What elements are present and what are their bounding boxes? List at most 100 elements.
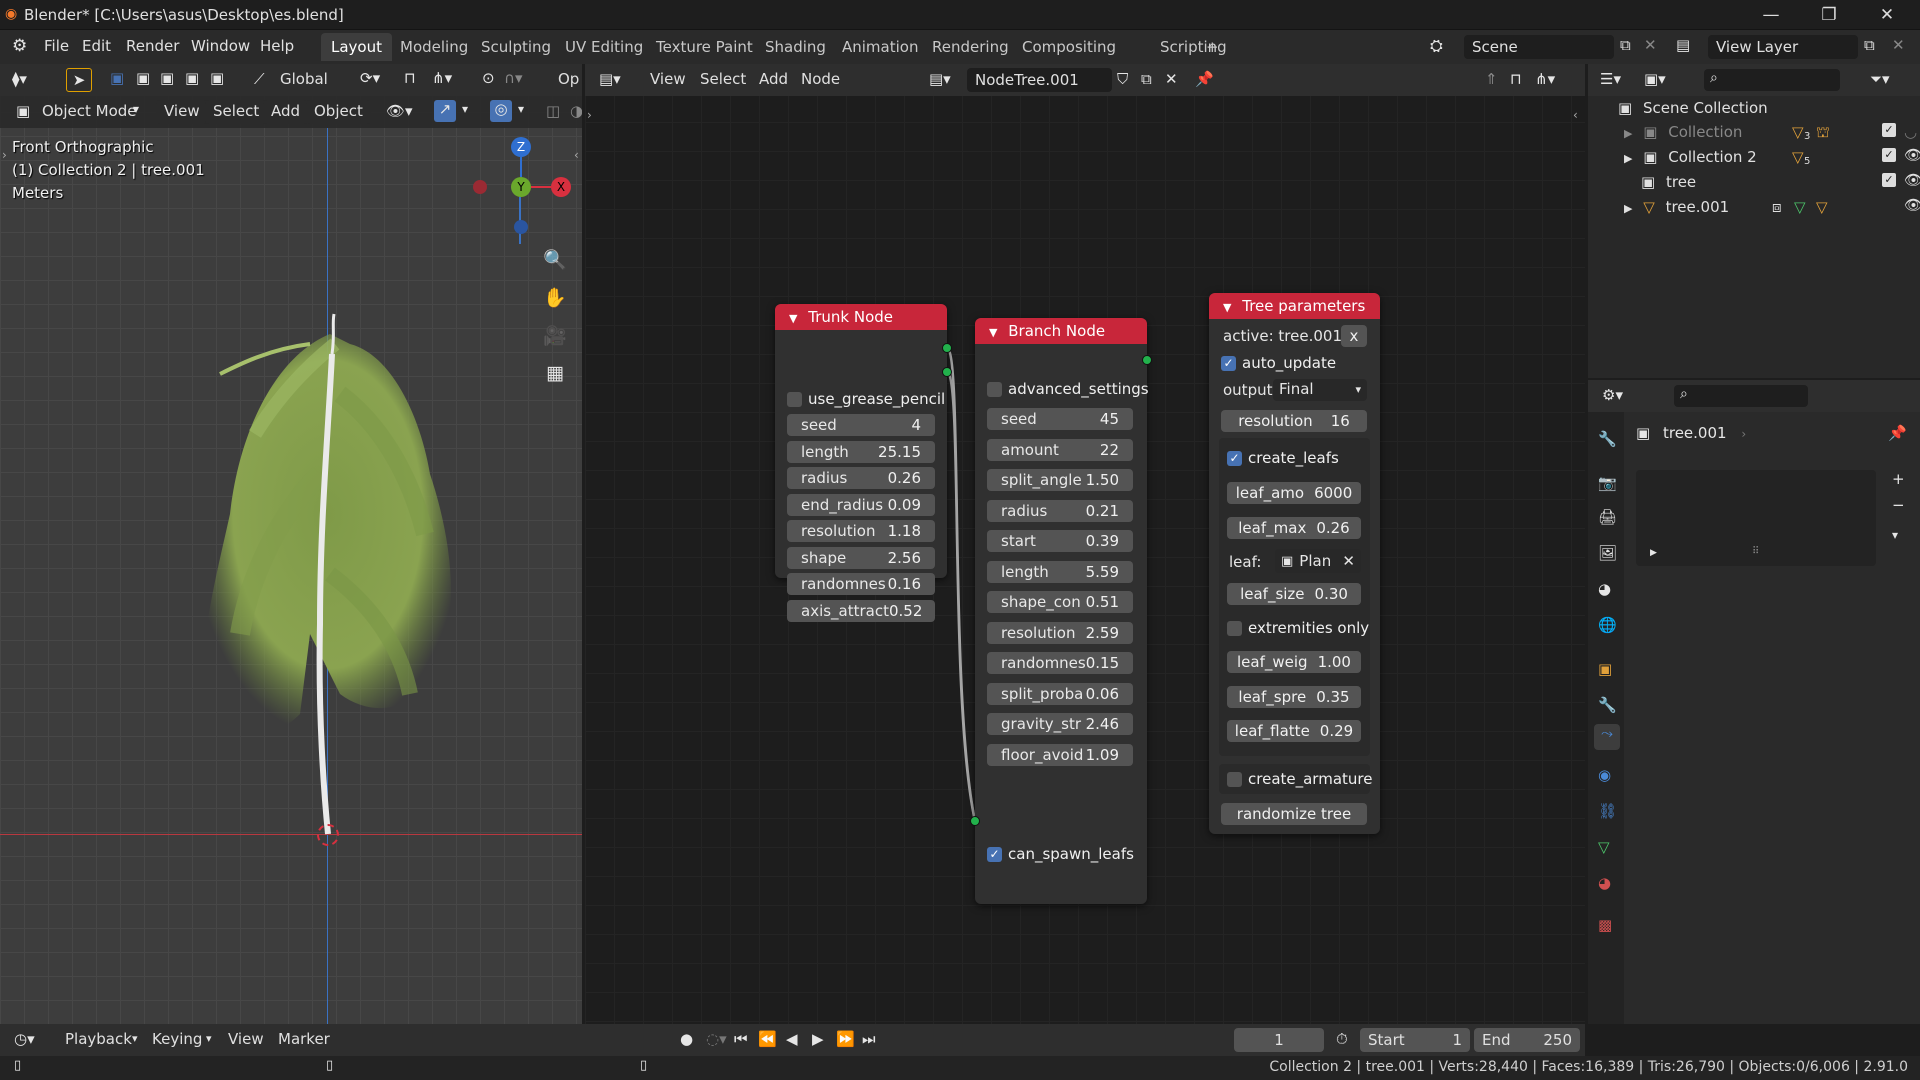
leaf-object-field[interactable]: ▣ Plan ✕ (1275, 549, 1361, 573)
tab-shading[interactable]: Shading (755, 33, 836, 61)
timeline-menu-playback[interactable]: Playback (65, 1030, 132, 1048)
trunk-prop-shape[interactable]: shape 2.56 (787, 546, 935, 569)
zoom-icon[interactable]: 🔍 (540, 244, 570, 274)
world-tab-icon[interactable]: 🌐 (1598, 616, 1617, 634)
branch-prop-amount[interactable]: amount 22 (987, 438, 1133, 461)
gizmo-neg-z-ball[interactable] (514, 220, 528, 234)
checkbox-box[interactable] (787, 391, 802, 407)
jump-start-icon[interactable]: ⏮ (734, 1030, 748, 1048)
modifier-tab-icon[interactable]: 🔧 (1598, 696, 1617, 714)
trunk-prop-randomnes[interactable]: randomnes 0.16 (787, 573, 935, 595)
play-icon[interactable]: ▶ (812, 1030, 824, 1048)
proportional-edit-icon[interactable]: ⊙ (482, 69, 495, 87)
extremities-only-checkbox[interactable]: extremities only (1227, 617, 1369, 639)
xray-icon[interactable]: ◫ (546, 102, 560, 120)
branch-node-header[interactable]: ▼ Branch Node (975, 318, 1147, 344)
tab-layout[interactable]: Layout (321, 33, 392, 61)
prev-keyframe-icon[interactable]: ⏪ (758, 1030, 777, 1048)
tab-rendering[interactable]: Rendering (922, 33, 1019, 61)
use-grease-pencil-checkbox[interactable]: use_grease_pencil (787, 388, 945, 410)
toolbar-toggle-icon[interactable]: › (2, 148, 7, 162)
outliner-search-input[interactable]: ⌕ (1704, 69, 1840, 91)
end-frame-field[interactable]: End 250 (1474, 1028, 1580, 1052)
tree-prop-leaf-amo[interactable]: leaf_amo 6000 (1227, 482, 1361, 504)
properties-search-input[interactable]: ⌕ (1674, 385, 1808, 407)
record-icon[interactable]: ● (680, 1030, 693, 1048)
tree-prop-leaf-max[interactable]: leaf_max 0.26 (1227, 517, 1361, 539)
pivot-icon[interactable]: ⟳▾ (360, 69, 380, 87)
menu-help[interactable]: Help (260, 37, 294, 55)
tab-modeling[interactable]: Modeling (390, 33, 478, 61)
hidden-eye-icon[interactable]: ◡ (1904, 123, 1917, 141)
expand-icon[interactable]: ▶ (1650, 548, 1657, 558)
branch-prop-shape-con[interactable]: shape_con 0.51 (987, 591, 1133, 613)
advanced-settings-checkbox[interactable]: advanced_settings (987, 378, 1149, 400)
clear-active-button[interactable]: x (1341, 325, 1367, 347)
slot-menu-icon[interactable]: ▾ (1892, 528, 1898, 542)
tree-prop-resolution[interactable]: resolution 16 (1221, 410, 1367, 432)
new-view-layer-icon[interactable]: ⧉ (1864, 36, 1875, 54)
branch-node[interactable]: ▼ Branch Node advanced_settings seed 45 a… (975, 318, 1149, 904)
keying-set-icon[interactable]: ◌▾ (706, 1030, 727, 1048)
gizmo-toggle-icon[interactable]: ↗ (434, 100, 456, 122)
snap-target-icon[interactable]: ⋔▾ (432, 69, 452, 87)
node-editor[interactable]: ▤▾ View Select Add Node ▤▾ NodeTree.001 … (585, 64, 1585, 1024)
transform-orientation-icon[interactable]: ⟋ (254, 70, 265, 88)
branch-prop-split-angle[interactable]: split_angle 1.50 (987, 469, 1133, 491)
outliner-editor-type-icon[interactable]: ☰▾ (1600, 70, 1621, 88)
select-mode-subtract-icon[interactable]: ▣ (160, 69, 174, 87)
trunk-prop-length[interactable]: length 25.15 (787, 440, 935, 463)
tree-object[interactable] (160, 274, 480, 854)
grid-view-icon[interactable]: ▦ (540, 358, 570, 388)
checkbox-box[interactable] (1227, 620, 1242, 636)
physics-tab-icon[interactable]: ◉ (1598, 766, 1611, 784)
preview-range-icon[interactable]: ⏱ (1336, 1030, 1348, 1048)
overlay-dropdown-icon[interactable]: ▾ (518, 102, 524, 116)
3d-viewport[interactable]: ⧫▾ ➤ ▣ ▣ ▣ ▣ ▣ ⟋ Global ⟳▾ ⊓ ⋔▾ ⊙ ∩▾ Op … (0, 64, 582, 1024)
include-checkbox-icon[interactable]: ✓ (1882, 148, 1896, 162)
remove-slot-button[interactable]: − (1892, 496, 1905, 514)
current-frame-field[interactable]: 1 (1234, 1028, 1324, 1052)
viewport-menu-object[interactable]: Object (306, 100, 371, 124)
branch-prop-randomnes[interactable]: randomnes 0.15 (987, 652, 1133, 674)
tree-prop-leaf-flatte[interactable]: leaf_flatte 0.29 (1227, 720, 1361, 742)
gizmo-x-ball[interactable]: X (551, 177, 571, 197)
tree-prop-leaf-spre[interactable]: leaf_spre 0.35 (1227, 686, 1361, 708)
trunk-output-socket-2[interactable] (942, 367, 952, 377)
play-reverse-icon[interactable]: ◀ (786, 1030, 798, 1048)
tree-prop-leaf-size[interactable]: leaf_size 0.30 (1227, 583, 1361, 605)
timeline-menu-keying[interactable]: Keying (152, 1030, 202, 1048)
expand-icon[interactable]: ▶ (1624, 152, 1632, 165)
create-leafs-checkbox[interactable]: ✓ create_leafs (1227, 447, 1339, 469)
branch-output-socket[interactable] (1142, 355, 1152, 365)
select-tool-icon[interactable]: ➤ (66, 68, 92, 92)
blender-menu-icon[interactable]: ⚙ (12, 36, 27, 56)
tool-tab-icon[interactable]: 🔧 (1598, 430, 1617, 448)
auto-update-checkbox[interactable]: ✓ auto_update (1221, 352, 1336, 374)
branch-prop-start[interactable]: start 0.39 (987, 530, 1133, 552)
collapse-icon[interactable]: ▼ (789, 312, 797, 325)
outliner-item-collection-2[interactable]: ▶ ▣ Collection 2 ▽ 5 ✓ 👁 (1624, 146, 1920, 172)
menu-window[interactable]: Window (191, 37, 250, 55)
expand-icon[interactable]: ▶ (1624, 127, 1632, 140)
shading-icon[interactable]: ◑ (570, 102, 582, 120)
snap-icon[interactable]: ⊓ (404, 69, 416, 87)
branch-prop-gravity-str[interactable]: gravity_str 2.46 (987, 713, 1133, 735)
branch-prop-radius[interactable]: radius 0.21 (987, 499, 1133, 522)
trunk-output-socket-1[interactable] (942, 343, 952, 353)
mode-dropdown[interactable]: Object Mode (42, 102, 137, 120)
data-tab-icon[interactable]: ▽ (1598, 838, 1610, 856)
checkbox-box[interactable]: ✓ (1227, 450, 1242, 466)
next-keyframe-icon[interactable]: ⏩ (836, 1030, 855, 1048)
select-mode-extend-icon[interactable]: ▣ (136, 69, 150, 87)
tab-texture-paint[interactable]: Texture Paint (646, 33, 763, 61)
checkbox-box[interactable]: ✓ (1221, 355, 1236, 371)
gizmo-z-ball[interactable]: Z (511, 137, 531, 157)
pan-hand-icon[interactable]: ✋ (540, 282, 570, 312)
overlay-toggle-icon[interactable]: ◎ (490, 100, 512, 122)
tree-prop-leaf-weig[interactable]: leaf_weig 1.00 (1227, 651, 1361, 673)
checkbox-box[interactable] (1227, 771, 1242, 787)
options-dropdown[interactable]: Op (558, 70, 579, 88)
trunk-prop-end-radius[interactable]: end_radius 0.09 (787, 493, 935, 516)
viewport-menu-add[interactable]: Add (263, 100, 309, 124)
